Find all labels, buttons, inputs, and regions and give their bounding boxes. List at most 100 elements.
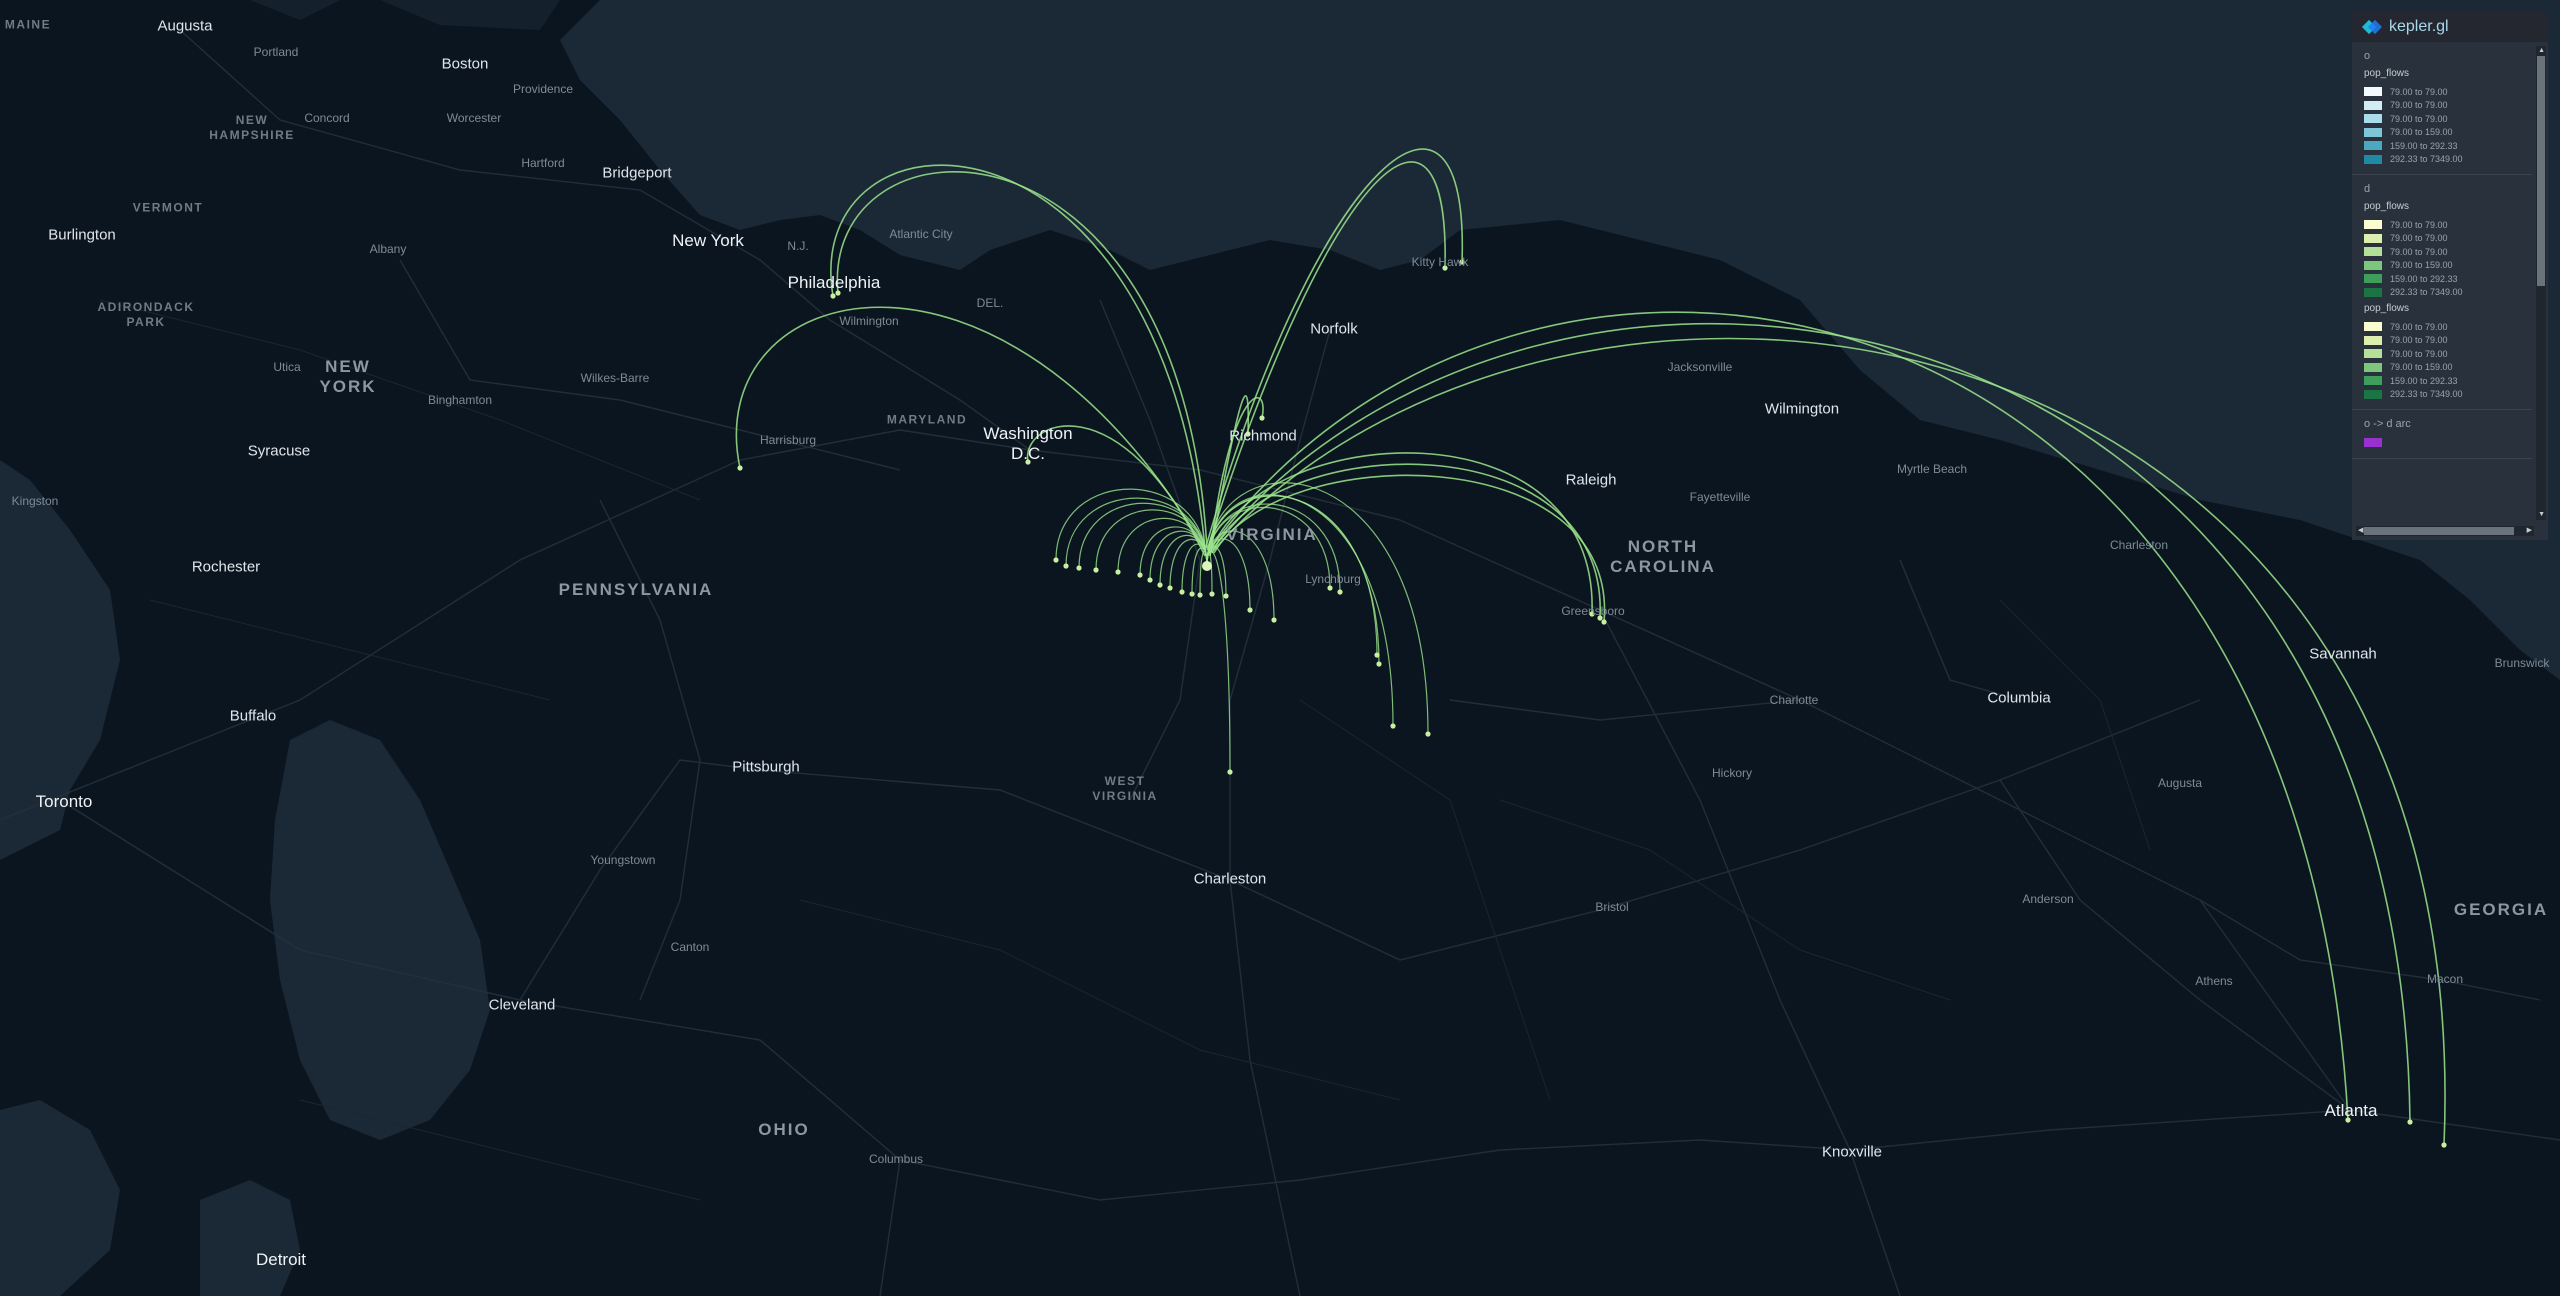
legend-color-swatch [2364,287,2382,297]
legend-field-name: pop_flows [2364,303,2410,314]
legend-vertical-scroll-thumb[interactable] [2537,56,2545,286]
legend-color-swatch [2364,247,2382,257]
city-label-myrtle-beach: Myrtle Beach [1896,462,1968,476]
legend-header: kepler.gl [2352,12,2548,42]
map-canvas[interactable] [0,0,2560,1296]
legend-range-label: 79.00 to 159.00 [2390,127,2453,138]
city-label-atlantic-city: Atlantic City [889,227,953,241]
legend-range-label: 79.00 to 159.00 [2390,260,2453,271]
flow-destination-dot [830,293,836,299]
flow-destination-dot [1601,619,1607,625]
legend-color-swatch [2364,349,2382,359]
flow-destination-dot [2407,1119,2413,1125]
legend-range-label: 79.00 to 79.00 [2390,348,2448,359]
flow-destination-dot [1157,582,1163,588]
city-label-detroit: Detroit [255,1250,307,1269]
legend-section: o pop_flows 79.00 to 79.00 79.00 to 79.00 79… [2352,42,2532,175]
legend-range-label: 79.00 to 159.00 [2390,362,2453,373]
legend-color-swatch [2364,233,2382,243]
city-label-columbia: Columbia [1987,689,2051,707]
city-label-concord: Concord [304,111,350,125]
city-label-buffalo: Buffalo [229,707,277,725]
legend-color-swatch [2364,335,2382,345]
legend-row: 79.00 to 79.00 [2364,99,2532,113]
flow-destination-dot [1115,569,1121,575]
legend-field-name: pop_flows [2364,201,2410,212]
legend-panel[interactable]: kepler.gl o pop_flows 79.00 to 79.00 79.00 … [2352,12,2548,540]
legend-range-label: 79.00 to 79.00 [2390,246,2448,257]
legend-section: d pop_flows 79.00 to 79.00 79.00 to 79.00 79… [2352,175,2532,410]
city-label-nj: N.J. [787,239,809,253]
legend-row: 79.00 to 159.00 [2364,259,2532,273]
flow-destination-dot [737,465,743,471]
flow-destination-dot [1374,652,1380,658]
flow-destination-dot [1076,565,1082,571]
scroll-up-arrow-icon[interactable]: ▲ [2538,46,2545,56]
city-label-macon: Macon [2426,972,2464,986]
city-label-kitty-hawk: Kitty Hawk [1411,255,1469,269]
legend-section-title: o [2364,50,2371,62]
legend-range-label: 292.33 to 7349.00 [2390,389,2463,400]
state-label-new-york-state: NEW YORK [319,357,377,396]
state-label-maine: MAINE [4,17,52,32]
city-label-canton: Canton [670,940,710,954]
city-label-cleveland: Cleveland [488,996,556,1014]
app-logo-text: kepler.gl [2389,18,2449,35]
flow-destination-dot [1271,617,1277,623]
flow-destination-dot [1376,661,1382,667]
legend-range-label: 79.00 to 79.00 [2390,100,2448,111]
legend-range-label: 159.00 to 292.33 [2390,140,2458,151]
legend-field-name: pop_flows [2364,68,2410,79]
legend-range-label: 79.00 to 79.00 [2390,86,2448,97]
scroll-left-arrow-icon[interactable]: ◀ [2358,526,2363,536]
flow-destination-dot [1053,557,1059,563]
legend-color-swatch [2364,87,2382,97]
city-label-wilmington-nc: Wilmington [1764,400,1840,418]
city-label-washington: Washington [983,424,1073,443]
city-label-augusta-ga: Augusta [2157,776,2203,790]
scroll-down-arrow-icon[interactable]: ▼ [2538,510,2545,520]
legend-section: o -> d arc [2352,410,2532,459]
legend-row: 79.00 to 79.00 [2364,85,2532,99]
legend-color-swatch [2364,141,2382,151]
city-label-greensboro: Greensboro [1561,604,1625,618]
legend-vertical-scrollbar[interactable] [2536,46,2546,520]
city-label-toronto: Toronto [35,792,93,811]
flow-destination-dot [1223,593,1229,599]
legend-row: 159.00 to 292.33 [2364,374,2532,388]
legend-horizontal-scroll-thumb[interactable] [2364,527,2514,535]
legend-row: 79.00 to 159.00 [2364,361,2532,375]
city-label-anderson: Anderson [2022,892,2074,906]
legend-horizontal-scrollbar[interactable] [2356,526,2534,536]
legend-color-swatch [2364,220,2382,230]
state-label-ohio: OHIO [758,1120,810,1139]
flow-destination-dot [1189,591,1195,597]
legend-row: 292.33 to 7349.00 [2364,286,2532,300]
flow-destination-dot [1063,563,1069,569]
flow-destination-dot [1227,769,1233,775]
city-label-norfolk: Norfolk [1310,320,1358,338]
city-label-knoxville: Knoxville [1821,1143,1883,1161]
state-label-new-hampshire: NEW HAMPSHIRE [209,113,295,142]
kepler-logo-icon [2361,19,2383,35]
scroll-right-arrow-icon[interactable]: ▶ [2527,526,2532,536]
flow-destination-dot [1147,577,1153,583]
city-label-jacksonville: Jacksonville [1667,360,1733,374]
legend-row: 159.00 to 292.33 [2364,139,2532,153]
legend-range-label: 159.00 to 292.33 [2390,375,2458,386]
legend-range-label: 79.00 to 79.00 [2390,219,2448,230]
city-label-wilkes-barre: Wilkes-Barre [580,371,650,385]
city-label-columbus: Columbus [868,1152,924,1166]
city-label-raleigh: Raleigh [1565,471,1617,489]
flow-destination-dot [2441,1142,2447,1148]
legend-color-swatch [2364,154,2382,164]
legend-range-label: 79.00 to 79.00 [2390,113,2448,124]
legend-row: 79.00 to 79.00 [2364,320,2532,334]
state-label-west-virginia: WEST VIRGINIA [1092,774,1158,803]
city-label-binghamton: Binghamton [427,393,493,407]
legend-color-swatch [2364,127,2382,137]
legend-color-swatch [2364,114,2382,124]
legend-color-swatch [2364,100,2382,110]
legend-color-swatch [2364,274,2382,284]
flow-destination-dot [1179,589,1185,595]
